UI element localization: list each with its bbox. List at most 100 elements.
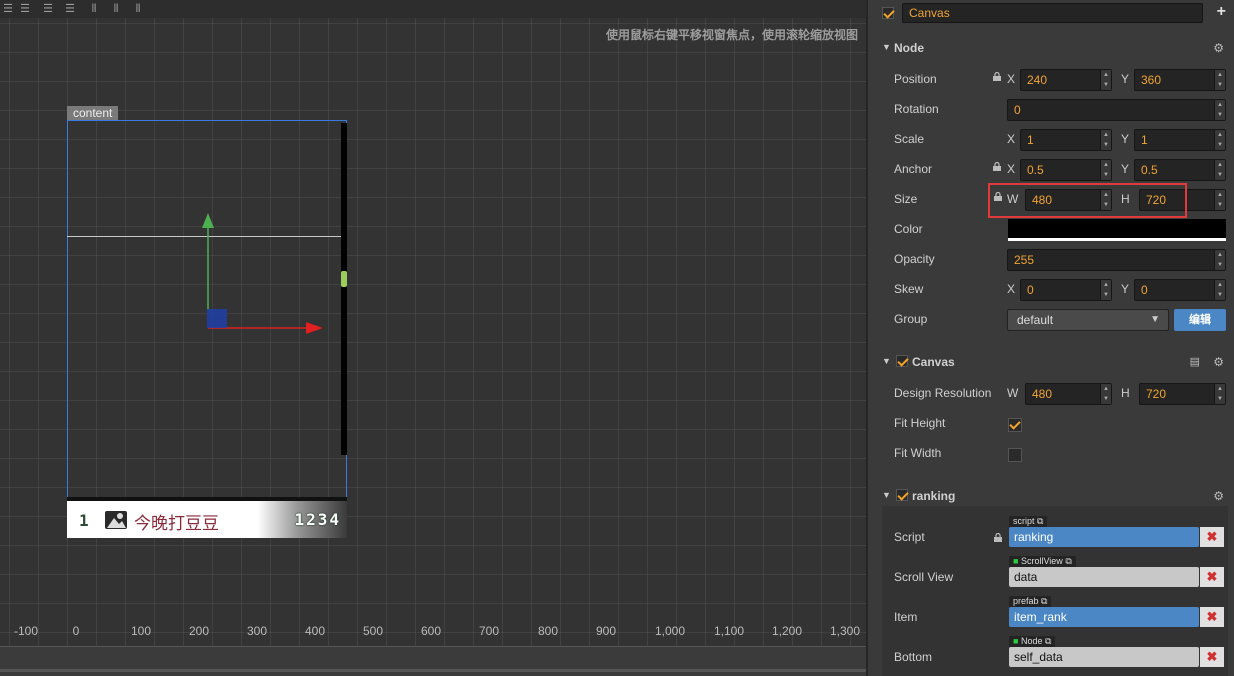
ruler-tick-label: 100	[130, 624, 152, 638]
ruler-tick-label: 300	[246, 624, 268, 638]
ruler-tick-label: -100	[13, 624, 39, 638]
bottom-type-tag-text: Node	[1020, 636, 1043, 646]
position-y-input[interactable]: 360 ▲ ▼	[1134, 69, 1226, 91]
add-component-icon[interactable]: +	[1217, 3, 1226, 21]
stepper-icon[interactable]: ▲ ▼	[1214, 190, 1225, 210]
stepper-icon[interactable]: ▲ ▼	[1214, 280, 1225, 300]
stepper-icon[interactable]: ▲ ▼	[1214, 130, 1225, 150]
fit-width-row: Fit Width	[868, 439, 1234, 469]
scroll-bar-handle[interactable]	[341, 271, 347, 287]
rotation-value: 0	[1014, 103, 1021, 117]
stepper-icon[interactable]: ▲ ▼	[1100, 70, 1111, 90]
ranking-enabled-checkbox[interactable]	[896, 489, 908, 501]
scroll-bar[interactable]	[341, 123, 347, 455]
script-ref-field[interactable]: ranking	[1009, 527, 1199, 547]
stepper-icon[interactable]: ▲ ▼	[1214, 384, 1225, 404]
stepper-icon[interactable]: ▲ ▼	[1214, 100, 1225, 120]
stepper-icon[interactable]: ▲ ▼	[1214, 70, 1225, 90]
node-name-input[interactable]: Canvas	[902, 3, 1203, 23]
gizmo-center-handle	[207, 309, 227, 328]
scroll-view-row: Scroll View ■ ScrollView ⧉ data ✖	[868, 556, 1234, 593]
align-vcenter-icon[interactable]: ☰	[17, 2, 33, 16]
align-right-icon[interactable]: ⫴	[130, 2, 146, 16]
anchor-y-input[interactable]: 0.5 ▲ ▼	[1134, 159, 1226, 181]
stepper-icon[interactable]: ▲ ▼	[1214, 250, 1225, 270]
item-type-tag-text: prefab	[1013, 596, 1039, 606]
canvas-enabled-checkbox[interactable]	[896, 355, 908, 367]
clear-item-icon[interactable]: ✖	[1200, 607, 1224, 627]
align-top-icon[interactable]: ☰	[0, 2, 16, 16]
axis-x-label: X	[1007, 72, 1016, 86]
design-width-input[interactable]: 480 ▲ ▼	[1025, 383, 1112, 405]
align-hcenter-icon[interactable]: ⫴	[108, 2, 124, 16]
rank-item[interactable]: 1 今晚打豆豆 1234	[67, 497, 347, 538]
gear-icon[interactable]: ⚙	[1213, 489, 1224, 503]
item-row: Item prefab ⧉ item_rank ✖	[868, 596, 1234, 633]
node-active-checkbox[interactable]	[882, 7, 894, 19]
node-type-icon: ■	[1013, 636, 1019, 646]
scale-x-input[interactable]: 1 ▲ ▼	[1020, 129, 1112, 151]
ranking-section-title: ranking	[912, 489, 956, 503]
bottom-ref-field[interactable]: self_data	[1009, 647, 1199, 667]
gear-icon[interactable]: ⚙	[1213, 41, 1224, 55]
stepper-icon[interactable]: ▲ ▼	[1100, 384, 1111, 404]
ruler-tick-label: 1,300	[829, 624, 861, 638]
skew-row: Skew X 0 ▲ ▼ Y 0 ▲ ▼	[868, 275, 1234, 305]
stepper-icon[interactable]: ▲ ▼	[1100, 280, 1111, 300]
stepper-icon[interactable]: ▲ ▼	[1214, 160, 1225, 180]
lock-icon[interactable]	[993, 72, 1001, 81]
ruler-tick-label: 500	[362, 624, 384, 638]
axis-y-label: Y	[1121, 132, 1130, 146]
clear-bottom-icon[interactable]: ✖	[1200, 647, 1224, 667]
rotation-label: Rotation	[894, 102, 939, 116]
lock-icon[interactable]	[994, 533, 1002, 542]
gear-icon[interactable]: ⚙	[1213, 355, 1224, 369]
stepper-icon[interactable]: ▲ ▼	[1100, 130, 1111, 150]
anchor-x-value: 0.5	[1027, 163, 1044, 177]
move-gizmo[interactable]	[200, 210, 330, 335]
scroll-view-ref-field[interactable]: data	[1009, 567, 1199, 587]
collapse-arrow-icon[interactable]: ▼	[882, 356, 891, 366]
skew-y-input[interactable]: 0 ▲ ▼	[1134, 279, 1226, 301]
bottom-label: Bottom	[894, 650, 933, 664]
edit-group-button[interactable]: 编辑	[1174, 309, 1226, 331]
clear-script-icon[interactable]: ✖	[1200, 527, 1224, 547]
anchor-y-value: 0.5	[1141, 163, 1158, 177]
clear-scroll-view-icon[interactable]: ✖	[1200, 567, 1224, 587]
item-ref-field[interactable]: item_rank	[1009, 607, 1199, 627]
align-vcenter2-icon[interactable]: ☰	[40, 2, 56, 16]
scale-label: Scale	[894, 132, 925, 146]
node-section-header[interactable]: ▼ Node ⚙	[868, 35, 1234, 61]
align-left-icon[interactable]: ⫴	[86, 2, 102, 16]
design-height-input[interactable]: 720 ▲ ▼	[1139, 383, 1226, 405]
ruler-tick-label: 900	[595, 624, 617, 638]
help-book-icon[interactable]: ▤	[1190, 355, 1200, 368]
group-select[interactable]: default ▼	[1007, 309, 1169, 331]
rank-score: 1234	[294, 510, 341, 529]
color-label: Color	[894, 222, 923, 236]
rotation-input[interactable]: 0 ▲ ▼	[1007, 99, 1226, 121]
align-bottom-icon[interactable]: ☰	[62, 2, 78, 16]
scale-y-input[interactable]: 1 ▲ ▼	[1134, 129, 1226, 151]
stepper-icon[interactable]: ▲ ▼	[1100, 160, 1111, 180]
position-row: Position X 240 ▲ ▼ Y 360 ▲ ▼	[868, 65, 1234, 95]
anchor-x-input[interactable]: 0.5 ▲ ▼	[1020, 159, 1112, 181]
fit-width-checkbox[interactable]	[1008, 448, 1022, 462]
size-highlight-box	[988, 183, 1187, 218]
position-x-input[interactable]: 240 ▲ ▼	[1020, 69, 1112, 91]
scene-bottom-scrollbar[interactable]	[0, 669, 866, 672]
lock-icon[interactable]	[993, 162, 1001, 171]
skew-x-input[interactable]: 0 ▲ ▼	[1020, 279, 1112, 301]
bottom-row: Bottom ■ Node ⧉ self_data ✖	[868, 636, 1234, 673]
canvas-section-header[interactable]: ▼ Canvas ▤ ⚙	[868, 349, 1234, 375]
collapse-arrow-icon[interactable]: ▼	[882, 490, 891, 500]
scroll-view-type-tag: ■ ScrollView ⧉	[1009, 556, 1076, 567]
rank-player-name: 今晚打豆豆	[134, 514, 219, 534]
color-swatch[interactable]	[1008, 219, 1226, 241]
fit-height-checkbox[interactable]	[1008, 418, 1022, 432]
node-type-icon: ■	[1013, 556, 1019, 566]
scroll-view-type-tag-text: ScrollView	[1020, 556, 1063, 566]
scene-view[interactable]: ☰ ☰ ☰ ☰ ⫴ ⫴ ⫴ 使用鼠标右键平移视窗焦点，使用滚轮缩放视图 cont…	[0, 0, 866, 676]
collapse-arrow-icon[interactable]: ▼	[882, 42, 891, 52]
opacity-input[interactable]: 255 ▲ ▼	[1007, 249, 1226, 271]
